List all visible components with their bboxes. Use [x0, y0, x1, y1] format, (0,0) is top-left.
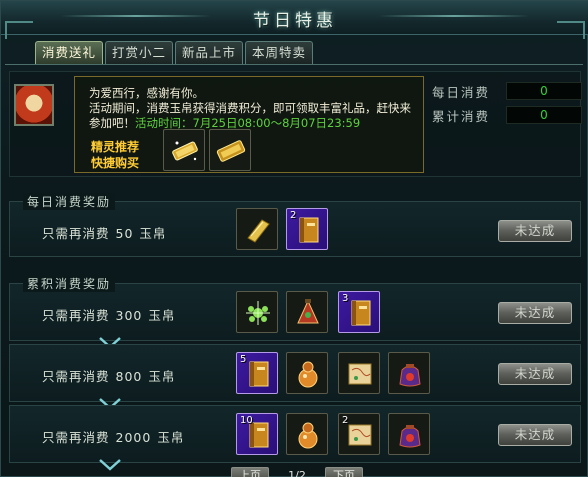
item-count: 2	[342, 415, 349, 426]
requirement-unit: 玉帛	[157, 430, 185, 445]
reward-slot[interactable]	[286, 413, 328, 455]
tab-divider	[5, 64, 583, 65]
requirement-amount: 2000	[115, 430, 152, 445]
claim-button-daily[interactable]: 未达成	[498, 220, 572, 242]
claim-button-2000[interactable]: 未达成	[498, 424, 572, 446]
total-consumption-value: 0	[506, 106, 582, 124]
tab-tip-waiter[interactable]: 打赏小二	[105, 41, 174, 64]
event-time-value: 7月25日08:00～8月07日23:59	[192, 116, 361, 130]
claim-button-800[interactable]: 未达成	[498, 363, 572, 385]
notice-text: 为爱西行，感谢有你。 活动期间，消费玉帛获得消费积分，即可领取丰富礼品，赶快来参…	[89, 86, 419, 131]
reward-slot[interactable]	[388, 352, 430, 394]
reward-slot[interactable]	[338, 352, 380, 394]
requirement-amount: 50	[115, 226, 134, 241]
book-icon	[351, 300, 371, 326]
map-scroll-icon	[348, 363, 372, 385]
item-count: 2	[290, 210, 297, 221]
reward-slot[interactable]: 5	[236, 352, 278, 394]
next-page-button[interactable]: 下页	[325, 467, 363, 477]
total-reward-title: 累积消费奖励	[23, 275, 116, 292]
total-requirement: 只需再消费 300 玉帛	[42, 305, 175, 324]
total-requirement: 只需再消费 2000 玉帛	[42, 427, 184, 446]
item-count: 5	[240, 354, 247, 365]
requirement-amount: 800	[115, 369, 143, 384]
recommend-line1: 精灵推荐	[91, 140, 140, 154]
daily-requirement: 只需再消费 50 玉帛	[42, 223, 166, 242]
total-consumption-label: 累计消费	[432, 108, 491, 124]
info-panel: 为爱西行，感谢有你。 活动期间，消费玉帛获得消费积分，即可领取丰富礼品，赶快来参…	[9, 71, 582, 177]
reward-slot[interactable]	[286, 352, 328, 394]
reward-slot[interactable]	[236, 208, 278, 250]
gourd-pouch-icon	[298, 361, 318, 388]
spirit-recommend-label: 精灵推荐 快捷购买	[91, 139, 139, 171]
treasure-bag-icon	[399, 425, 421, 448]
item-count: 10	[240, 415, 253, 426]
quick-buy-slot-2[interactable]	[209, 129, 251, 171]
tab-weekly-sale[interactable]: 本周特卖	[245, 41, 314, 64]
claim-button-300[interactable]: 未达成	[498, 302, 572, 324]
recommend-line2: 快捷购买	[91, 156, 140, 170]
total-requirement: 只需再消费 800 玉帛	[42, 366, 175, 385]
total-reward-row: 只需再消费 2000 玉帛 10 2 未达成	[9, 405, 581, 471]
window-title: 节日特惠	[253, 11, 337, 31]
daily-consumption-row: 每日消费 0	[430, 80, 582, 102]
requirement-prefix: 只需再消费	[42, 430, 110, 445]
reward-slot[interactable]	[388, 413, 430, 455]
requirement-amount: 300	[115, 308, 143, 323]
tab-new-products[interactable]: 新品上市	[175, 41, 244, 64]
pager: 上页 1/2 下页	[231, 467, 363, 477]
reward-slot[interactable]	[236, 291, 278, 333]
daily-reward-title: 每日消费奖励	[23, 193, 116, 210]
requirement-unit: 玉帛	[148, 369, 176, 384]
book-icon	[249, 361, 269, 387]
requirement-prefix: 只需再消费	[42, 226, 110, 241]
daily-consumption-value: 0	[506, 82, 582, 100]
reward-slot[interactable]: 10	[236, 413, 278, 455]
golden-ingot-icon	[216, 140, 246, 162]
holiday-sale-window: 节日特惠 消费送礼 打赏小二 新品上市 本周特卖 为爱西行，感谢有你。 活动期间…	[0, 0, 588, 477]
event-time-label: 活动时间：	[135, 116, 193, 130]
reward-slot[interactable]	[286, 291, 328, 333]
requirement-prefix: 只需再消费	[42, 308, 110, 323]
monkey-king-avatar	[14, 84, 54, 126]
treasure-bag-icon	[399, 364, 421, 387]
tab-consume-gift[interactable]: 消费送礼	[35, 41, 104, 64]
daily-consumption-label: 每日消费	[432, 84, 491, 100]
quick-buy-slot-1[interactable]	[163, 129, 205, 171]
notice-line1: 为爱西行，感谢有你。	[89, 86, 204, 100]
title-bar: 节日特惠	[1, 1, 588, 39]
scroll-icon	[247, 219, 270, 243]
herb-icon	[246, 301, 270, 325]
reward-slot[interactable]: 3	[338, 291, 380, 333]
total-consumption-row: 累计消费 0	[430, 104, 582, 126]
consumption-stats: 每日消费 0 累计消费 0	[430, 80, 582, 128]
item-count: 3	[342, 293, 349, 304]
requirement-prefix: 只需再消费	[42, 369, 110, 384]
requirement-unit: 玉帛	[139, 226, 167, 241]
prev-page-button[interactable]: 上页	[231, 467, 269, 477]
total-reward-row: 只需再消费 800 玉帛 5 未达成	[9, 344, 581, 410]
gourd-pouch-icon	[298, 422, 318, 449]
book-icon	[299, 217, 319, 243]
page-indicator: 1/2	[288, 469, 306, 477]
requirement-unit: 玉帛	[148, 308, 176, 323]
tab-bar: 消费送礼 打赏小二 新品上市 本周特卖	[35, 41, 314, 65]
map-scroll-icon	[348, 424, 372, 446]
reward-slot[interactable]: 2	[286, 208, 328, 250]
chevron-down-icon	[99, 459, 121, 471]
golden-bar-icon	[172, 141, 198, 161]
event-notice: 为爱西行，感谢有你。 活动期间，消费玉帛获得消费积分，即可领取丰富礼品，赶快来参…	[74, 76, 424, 173]
reward-slot[interactable]: 2	[338, 413, 380, 455]
lantern-pouch-icon	[297, 299, 319, 324]
